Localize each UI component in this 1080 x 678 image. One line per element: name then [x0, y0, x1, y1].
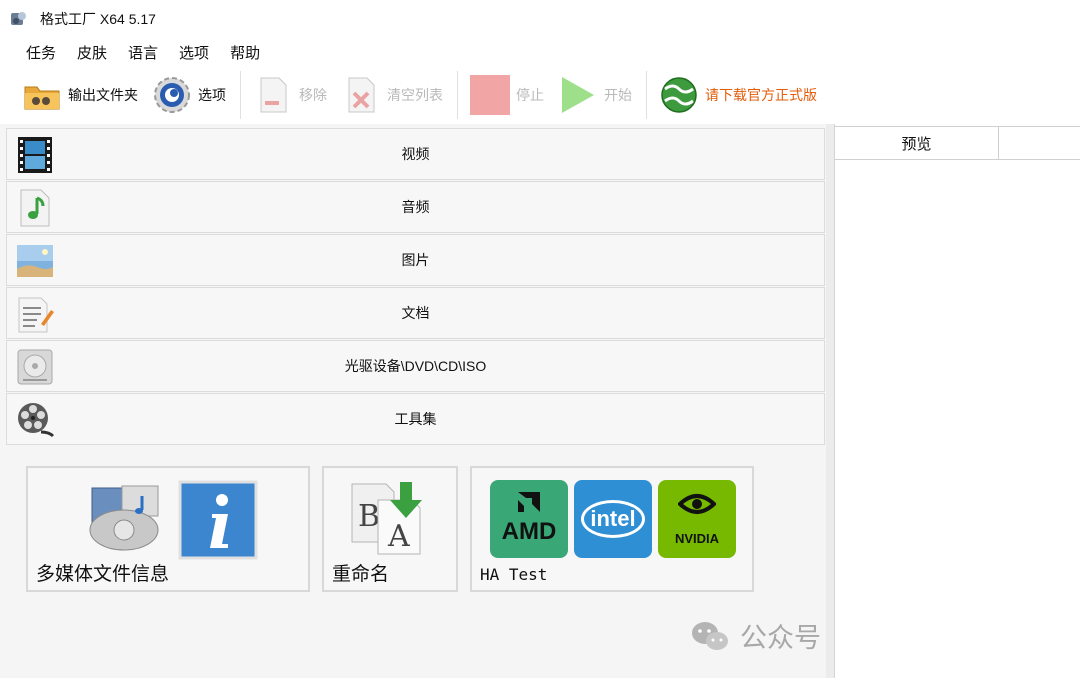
media-info-tool[interactable]: 多媒体文件信息	[26, 466, 310, 592]
category-label: 图片	[401, 252, 430, 268]
svg-text:B: B	[358, 499, 380, 534]
category-optical-drive[interactable]: 光驱设备\DVD\CD\ISO	[6, 340, 825, 392]
window-title: 格式工厂 X64 5.17	[40, 11, 156, 27]
right-panel: 预览	[834, 124, 1080, 678]
left-panel: 视频 音频 图片 文档 光驱设备\DVD\CD\ISO 工具集 多媒体文件信息 …	[0, 124, 1007, 678]
film-reel-icon	[18, 403, 55, 438]
amd-label: AMD	[501, 518, 557, 545]
options-label: 选项	[198, 87, 226, 103]
menu-bar: 任务 皮肤 语言 选项 帮助	[0, 38, 281, 66]
category-label: 音频	[401, 199, 430, 215]
document-icon	[18, 297, 54, 333]
preview-header: 预览	[835, 126, 1080, 160]
rename-tool[interactable]: B A 重命名	[322, 466, 458, 592]
toolbar-separator	[457, 71, 458, 119]
menu-skin[interactable]: 皮肤	[77, 42, 107, 63]
intel-logo-icon: intel	[574, 480, 652, 558]
film-icon	[18, 137, 52, 173]
category-label: 视频	[401, 146, 430, 162]
stop-button[interactable]: 停止	[470, 73, 544, 117]
menu-task[interactable]: 任务	[26, 42, 56, 63]
menu-language[interactable]: 语言	[128, 42, 158, 63]
category-audio[interactable]: 音频	[6, 181, 825, 233]
preview-header-label: 预览	[901, 135, 932, 153]
music-note-icon	[20, 189, 50, 227]
ha-test-tool[interactable]: AMD intel NVIDIA HA Test	[470, 466, 754, 592]
output-folder-button[interactable]: 输出文件夹	[22, 73, 138, 117]
title-bar: 格式工厂 X64 5.17	[0, 0, 1080, 38]
play-icon	[562, 77, 594, 113]
remove-button[interactable]: 移除	[253, 73, 327, 117]
category-video[interactable]: 视频	[6, 128, 825, 180]
clear-list-icon	[348, 77, 375, 113]
amd-arrow-icon	[518, 492, 540, 512]
category-label: 光驱设备\DVD\CD\ISO	[344, 358, 487, 374]
toolbar: 输出文件夹 选项 移除 清空列表 停止 开始 请下载官方正式版	[0, 66, 1080, 124]
amd-logo-icon: AMD	[490, 480, 568, 558]
download-official-label: 请下载官方正式版	[705, 87, 817, 103]
folder-icon	[24, 86, 60, 110]
menu-help[interactable]: 帮助	[230, 42, 260, 63]
clear-list-button[interactable]: 清空列表	[341, 73, 443, 117]
category-toolset[interactable]: 工具集	[6, 393, 825, 445]
category-image[interactable]: 图片	[6, 234, 825, 286]
intel-label: intel	[590, 506, 636, 531]
toolbar-separator	[646, 71, 647, 119]
remove-label: 移除	[299, 87, 327, 103]
ha-test-label: HA Test	[480, 565, 548, 584]
info-icon	[178, 480, 258, 560]
media-files-icon	[89, 485, 159, 551]
remove-file-icon	[260, 77, 287, 113]
nvidia-label: NVIDIA	[674, 531, 720, 546]
rename-icon: B A	[351, 482, 422, 555]
media-info-label: 多媒体文件信息	[36, 564, 170, 585]
stop-label: 停止	[516, 87, 544, 103]
empty-column-header	[999, 127, 1080, 159]
output-folder-label: 输出文件夹	[68, 87, 138, 103]
download-official-button[interactable]: 请下载官方正式版	[659, 73, 817, 117]
start-label: 开始	[604, 87, 632, 103]
svg-text:A: A	[387, 519, 410, 554]
disc-drive-icon	[17, 349, 53, 385]
category-document[interactable]: 文档	[6, 287, 825, 339]
clear-list-label: 清空列表	[387, 87, 443, 103]
format-factory-icon	[11, 12, 26, 25]
picture-icon	[17, 245, 53, 277]
nvidia-eye-icon	[678, 494, 716, 514]
wechat-icon	[692, 621, 728, 650]
menu-options[interactable]: 选项	[179, 42, 209, 63]
category-label: 文档	[401, 305, 430, 321]
options-button[interactable]: 选项	[152, 73, 226, 117]
gear-icon	[154, 77, 190, 113]
globe-icon	[661, 77, 697, 113]
category-label: 工具集	[394, 411, 437, 427]
stop-icon	[470, 75, 510, 115]
rename-label: 重命名	[332, 564, 390, 585]
start-button[interactable]: 开始	[558, 73, 632, 117]
nvidia-logo-icon: NVIDIA	[658, 480, 736, 558]
toolbar-separator	[240, 71, 241, 119]
preview-column-header[interactable]: 预览	[835, 127, 999, 159]
panel-splitter[interactable]	[826, 124, 834, 678]
